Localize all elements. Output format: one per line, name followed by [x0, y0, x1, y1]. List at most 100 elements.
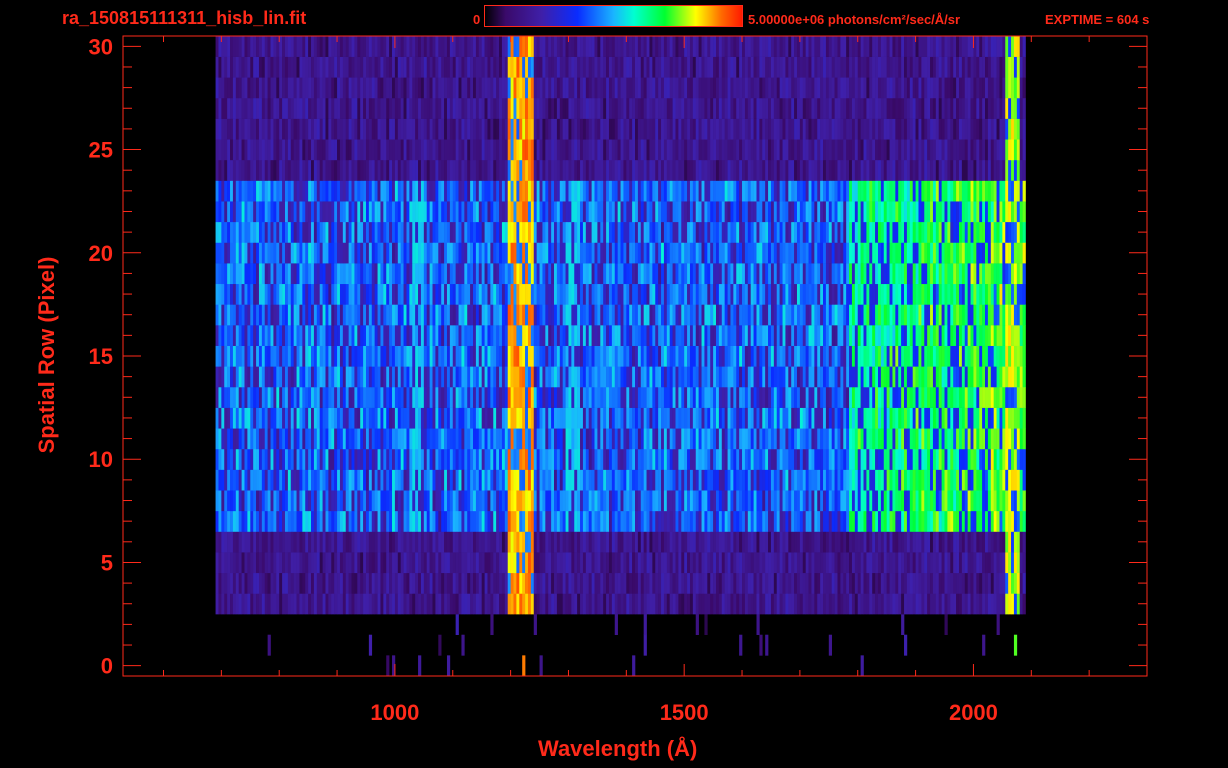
heatmap-cell: [392, 242, 396, 264]
heatmap-cell: [739, 531, 743, 553]
heatmap-cell: [629, 345, 633, 367]
heatmap-cell: [637, 428, 642, 450]
heatmap-cell: [493, 386, 497, 408]
heatmap-cell: [661, 366, 665, 388]
heatmap-cell: [504, 345, 509, 367]
heatmap-cell: [1005, 325, 1009, 346]
heatmap-cell: [232, 593, 237, 615]
heatmap-cell: [345, 428, 349, 450]
heatmap-cell: [715, 552, 720, 574]
heatmap-cell: [606, 407, 610, 429]
heatmap-cell: [941, 263, 945, 285]
heatmap-cell: [1005, 283, 1009, 305]
heatmap-cell: [892, 469, 896, 491]
heatmap-cell: [389, 469, 393, 491]
heatmap-cell: [227, 510, 231, 532]
heatmap-cell: [452, 407, 456, 429]
heatmap-cell: [351, 242, 355, 264]
heatmap-cell: [351, 572, 355, 594]
heatmap-cell: [334, 490, 338, 512]
heatmap-cell: [825, 572, 830, 594]
heatmap-cell: [976, 552, 980, 574]
heatmap-cell: [646, 428, 650, 450]
heatmap-cell: [536, 283, 540, 305]
heatmap-cell: [435, 448, 439, 470]
heatmap-cell: [635, 448, 639, 470]
heatmap-cell: [501, 345, 506, 367]
heatmap-cell: [927, 407, 931, 429]
heatmap-cell: [357, 386, 361, 408]
heatmap-cell: [267, 469, 271, 491]
heatmap-cell: [348, 490, 352, 512]
heatmap-cell: [600, 448, 604, 470]
heatmap-cell: [337, 428, 341, 450]
heatmap-cell: [964, 283, 968, 305]
heatmap-cell: [901, 386, 905, 408]
heatmap-cell: [218, 469, 222, 491]
heatmap-cell: [773, 242, 778, 264]
heatmap-cell: [397, 386, 401, 408]
heatmap-cell: [1008, 510, 1012, 532]
heatmap-cell: [273, 469, 277, 491]
heatmap-cell: [927, 366, 931, 388]
heatmap-cell: [756, 366, 760, 388]
heatmap-cell: [1005, 304, 1009, 326]
heatmap-cell: [640, 263, 644, 285]
heatmap-cell: [525, 345, 529, 367]
heatmap-cell: [854, 593, 859, 615]
heatmap-cell: [577, 304, 581, 326]
heatmap-cell: [938, 593, 942, 615]
heatmap-cell: [825, 593, 830, 615]
heatmap-cell: [334, 510, 338, 532]
heatmap-cell: [632, 572, 636, 594]
heatmap-cell: [869, 428, 873, 450]
heatmap-cell: [496, 366, 500, 388]
heatmap-cell: [603, 407, 607, 429]
heatmap-cell: [808, 510, 812, 532]
heatmap-cell: [386, 448, 390, 470]
heatmap-cell: [843, 572, 847, 594]
heatmap-cell: [779, 531, 783, 553]
heatmap-cell: [843, 448, 847, 470]
heatmap-cell: [765, 634, 769, 656]
heatmap-cell: [545, 572, 549, 594]
heatmap-cell: [484, 490, 488, 512]
heatmap-cell: [316, 552, 321, 574]
heatmap-cell: [773, 283, 778, 305]
heatmap-cell: [872, 490, 876, 512]
heatmap-cell: [1011, 552, 1015, 574]
heatmap-cell: [898, 366, 902, 388]
heatmap-cell: [866, 428, 870, 450]
heatmap-cell: [880, 263, 885, 285]
heatmap-cell: [244, 552, 248, 574]
heatmap-cell: [1011, 469, 1015, 491]
heatmap-cell: [432, 572, 436, 594]
heatmap-cell: [525, 593, 529, 615]
heatmap-cell: [426, 325, 430, 346]
heatmap-cell: [776, 490, 780, 512]
heatmap-cell: [932, 366, 937, 388]
heatmap-cell: [883, 531, 887, 553]
heatmap-cell: [331, 304, 335, 326]
heatmap-cell: [611, 345, 616, 367]
heatmap-cell: [377, 304, 381, 326]
heatmap-cell: [244, 386, 248, 408]
heatmap-cell: [825, 531, 830, 553]
heatmap-cell: [501, 510, 506, 532]
heatmap-cell: [264, 510, 268, 532]
heatmap-cell: [747, 366, 752, 388]
heatmap-cell: [1008, 552, 1012, 574]
heatmap-cell: [235, 593, 240, 615]
heatmap-cell: [782, 242, 786, 264]
heatmap-cell: [808, 469, 812, 491]
heatmap-cell: [394, 428, 399, 450]
heatmap-cell: [478, 552, 482, 574]
heatmap-cell: [961, 407, 966, 429]
heatmap-cell: [345, 242, 349, 264]
heatmap-cell: [250, 469, 254, 491]
heatmap-cell: [869, 510, 873, 532]
heatmap-cell: [799, 366, 804, 388]
heatmap-cell: [663, 304, 668, 326]
heatmap-cell: [548, 345, 552, 367]
heatmap-cell: [276, 386, 280, 408]
